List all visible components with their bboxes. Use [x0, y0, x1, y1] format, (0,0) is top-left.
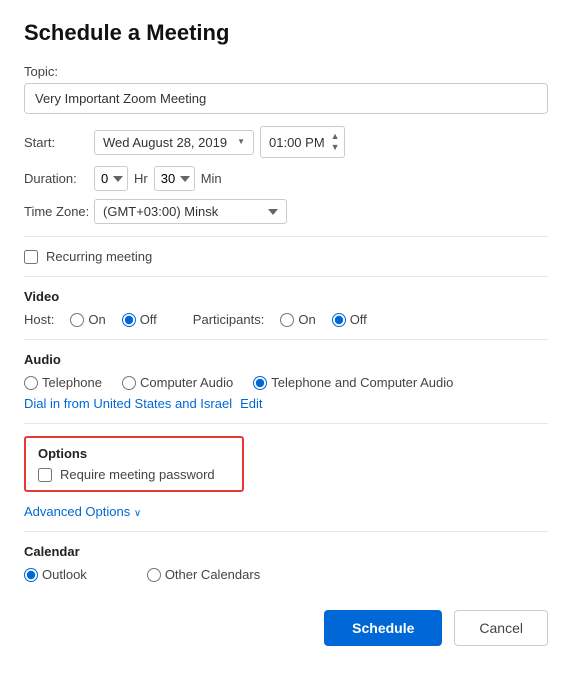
require-password-checkbox[interactable]: [38, 468, 52, 482]
host-off-radio[interactable]: [122, 313, 136, 327]
participants-off-radio[interactable]: [332, 313, 346, 327]
page-title: Schedule a Meeting: [24, 20, 548, 46]
calendar-section-title: Calendar: [24, 544, 548, 559]
host-on-option[interactable]: On: [70, 312, 105, 327]
video-section-title: Video: [24, 289, 548, 304]
telephone-option[interactable]: Telephone: [24, 375, 102, 390]
recurring-checkbox[interactable]: [24, 250, 38, 264]
options-box: Options Require meeting password: [24, 436, 244, 492]
duration-hours-select[interactable]: 0 1 2: [94, 166, 128, 191]
topic-label: Topic:: [24, 64, 548, 79]
time-up-icon[interactable]: ▲: [331, 131, 340, 142]
schedule-button[interactable]: Schedule: [324, 610, 442, 646]
host-off-option[interactable]: Off: [122, 312, 157, 327]
hr-label: Hr: [134, 171, 148, 186]
edit-link[interactable]: Edit: [240, 396, 262, 411]
advanced-options-chevron-icon: ∨: [134, 508, 141, 519]
recurring-label[interactable]: Recurring meeting: [46, 249, 152, 264]
timezone-label: Time Zone:: [24, 204, 94, 219]
date-display: Wed August 28, 2019: [103, 135, 227, 150]
timezone-select[interactable]: (GMT+03:00) Minsk (GMT+00:00) UTC (GMT-0…: [94, 199, 287, 224]
outlook-option[interactable]: Outlook: [24, 567, 87, 582]
date-picker[interactable]: Wed August 28, 2019 ▼: [94, 130, 254, 155]
outlook-radio[interactable]: [24, 568, 38, 582]
date-arrows[interactable]: ▼: [237, 137, 245, 147]
other-calendars-option[interactable]: Other Calendars: [147, 567, 260, 582]
host-on-radio[interactable]: [70, 313, 84, 327]
require-password-label[interactable]: Require meeting password: [60, 467, 215, 482]
other-calendars-radio[interactable]: [147, 568, 161, 582]
topic-input[interactable]: [24, 83, 548, 114]
host-label: Host:: [24, 312, 54, 327]
cancel-button[interactable]: Cancel: [454, 610, 548, 646]
audio-section-title: Audio: [24, 352, 548, 367]
computer-audio-option[interactable]: Computer Audio: [122, 375, 233, 390]
both-audio-option[interactable]: Telephone and Computer Audio: [253, 375, 453, 390]
time-display: 01:00 PM: [269, 135, 325, 150]
options-title: Options: [38, 446, 230, 461]
start-label: Start:: [24, 135, 94, 150]
duration-minutes-select[interactable]: 0 15 30 45: [154, 166, 195, 191]
min-label: Min: [201, 171, 222, 186]
time-down-icon[interactable]: ▼: [331, 142, 340, 153]
telephone-radio[interactable]: [24, 376, 38, 390]
participants-on-option[interactable]: On: [280, 312, 315, 327]
participants-on-radio[interactable]: [280, 313, 294, 327]
advanced-options-label: Advanced Options: [24, 504, 130, 519]
participants-label: Participants:: [193, 312, 265, 327]
dial-in-link[interactable]: Dial in from United States and Israel: [24, 396, 232, 411]
advanced-options-link[interactable]: Advanced Options ∨: [24, 504, 141, 519]
both-audio-radio[interactable]: [253, 376, 267, 390]
duration-label: Duration:: [24, 171, 94, 186]
participants-off-option[interactable]: Off: [332, 312, 367, 327]
computer-audio-radio[interactable]: [122, 376, 136, 390]
